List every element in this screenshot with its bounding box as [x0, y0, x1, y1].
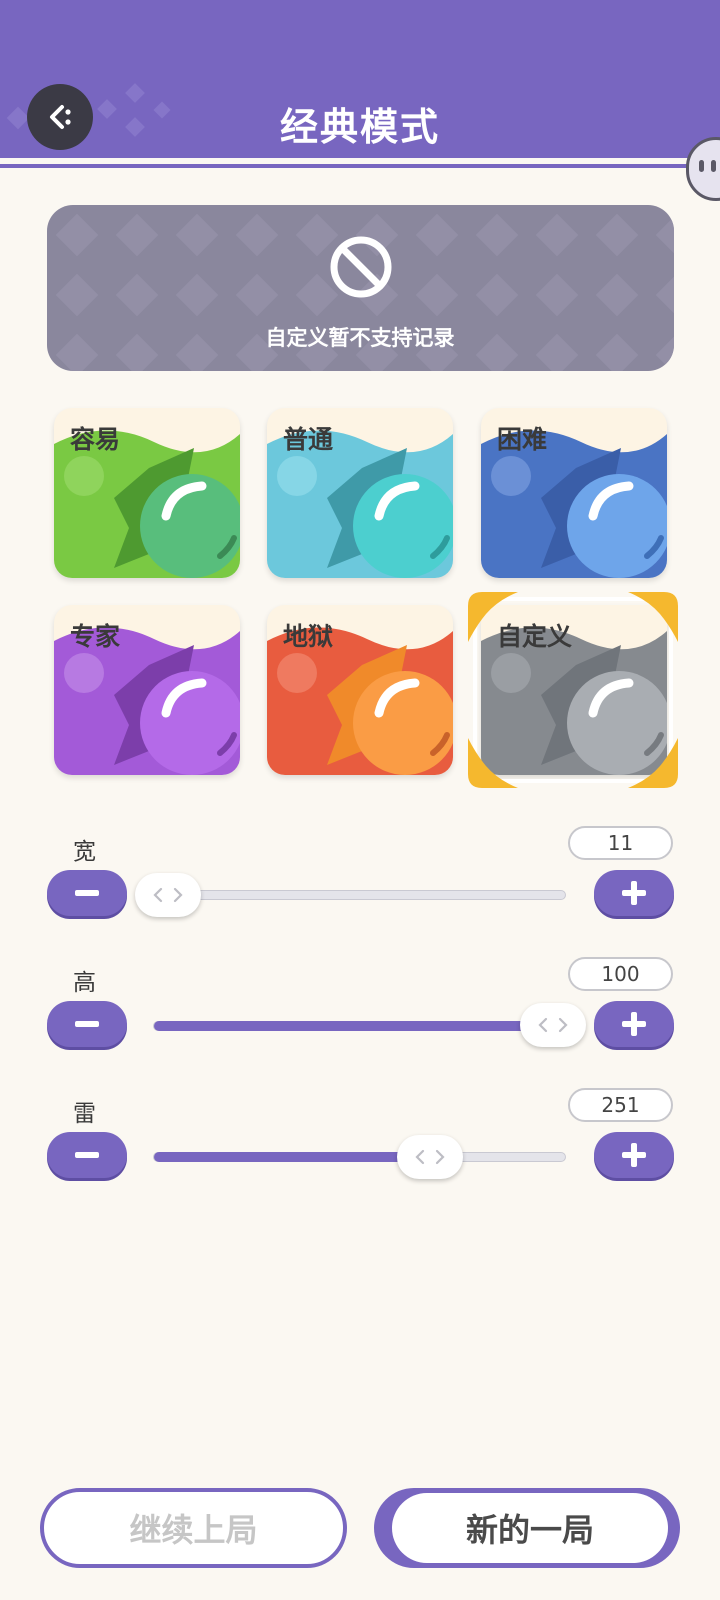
mines-slider-fill	[154, 1152, 435, 1162]
height-label: 高	[73, 970, 96, 996]
card-label: 地狱	[283, 622, 334, 651]
card-label: 普通	[283, 425, 334, 454]
difficulty-card-expert[interactable]: 专家	[54, 605, 240, 775]
mines-slider-thumb[interactable]	[396, 1135, 463, 1179]
new-game-button[interactable]: 新的一局	[374, 1488, 680, 1568]
height-decrease-button[interactable]	[47, 1001, 127, 1047]
mines-value: 251	[568, 1088, 673, 1122]
card-label: 专家	[70, 622, 121, 651]
mines-increase-button[interactable]	[594, 1132, 674, 1178]
card-label: 容易	[70, 425, 121, 454]
handle-eye	[711, 160, 716, 172]
page-title: 经典模式	[279, 105, 440, 149]
height-slider-track[interactable]	[153, 1021, 567, 1031]
notice-text: 自定义暂不支持记录	[265, 326, 455, 350]
header-divider-line	[0, 164, 720, 168]
width-increase-button[interactable]	[594, 870, 674, 916]
plus-icon	[622, 1012, 646, 1036]
new-game-label: 新的一局	[392, 1493, 668, 1563]
width-label: 宽	[73, 839, 96, 865]
difficulty-card-easy[interactable]: 容易	[54, 408, 240, 578]
handle-eye	[699, 160, 704, 172]
mines-decrease-button[interactable]	[47, 1132, 127, 1178]
height-slider-thumb[interactable]	[520, 1003, 586, 1047]
mines-slider-track[interactable]	[153, 1152, 566, 1162]
minus-icon	[75, 1152, 99, 1158]
height-value: 100	[568, 957, 673, 991]
difficulty-card-hard[interactable]: 困难	[481, 408, 667, 578]
width-value: 11	[568, 826, 673, 860]
width-slider-track[interactable]	[153, 890, 566, 900]
prohibited-icon	[330, 236, 392, 298]
difficulty-card-hell[interactable]: 地狱	[267, 605, 453, 775]
height-increase-button[interactable]	[594, 1001, 674, 1047]
drag-handle-icon	[153, 887, 183, 903]
difficulty-card-normal[interactable]: 普通	[267, 408, 453, 578]
plus-icon	[622, 1143, 646, 1167]
minus-icon	[75, 890, 99, 896]
card-label: 困难	[497, 425, 548, 454]
selected-card-frame	[468, 592, 678, 788]
continue-game-button[interactable]: 继续上局	[40, 1488, 347, 1568]
mines-label: 雷	[73, 1101, 96, 1127]
plus-icon	[622, 881, 646, 905]
height-slider-fill	[154, 1021, 567, 1031]
width-slider-thumb[interactable]	[135, 873, 201, 917]
drag-handle-icon	[415, 1149, 445, 1165]
drag-handle-icon	[538, 1017, 568, 1033]
minus-icon	[75, 1021, 99, 1027]
width-decrease-button[interactable]	[47, 870, 127, 916]
